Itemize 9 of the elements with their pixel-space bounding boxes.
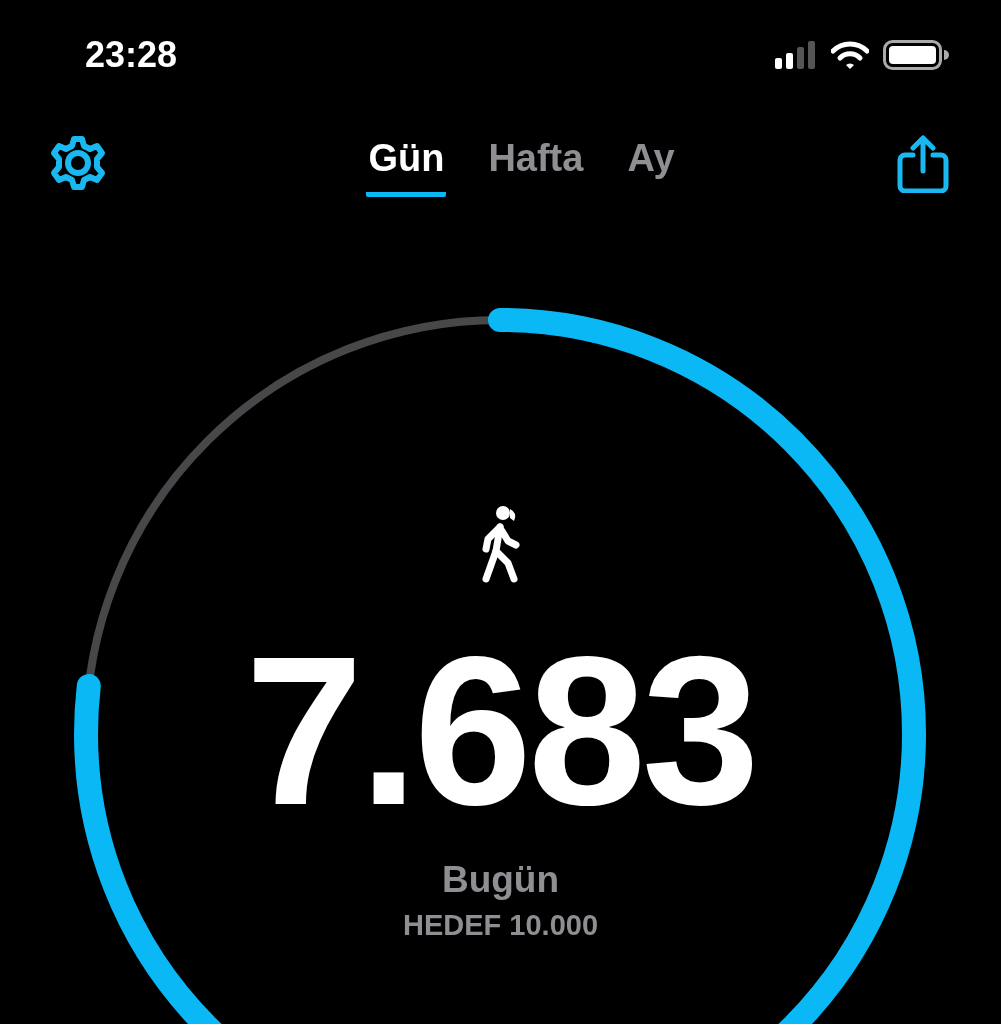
period-tab[interactable]: Gün [366,135,447,197]
settings-icon[interactable] [50,135,106,191]
battery-icon [883,40,949,70]
status-time: 23:28 [85,34,178,76]
period-tab[interactable]: Ay [625,135,677,197]
signal-icon [775,41,817,69]
share-icon[interactable] [897,135,949,193]
wifi-icon [831,41,869,69]
period-tab[interactable]: Hafta [486,135,586,197]
